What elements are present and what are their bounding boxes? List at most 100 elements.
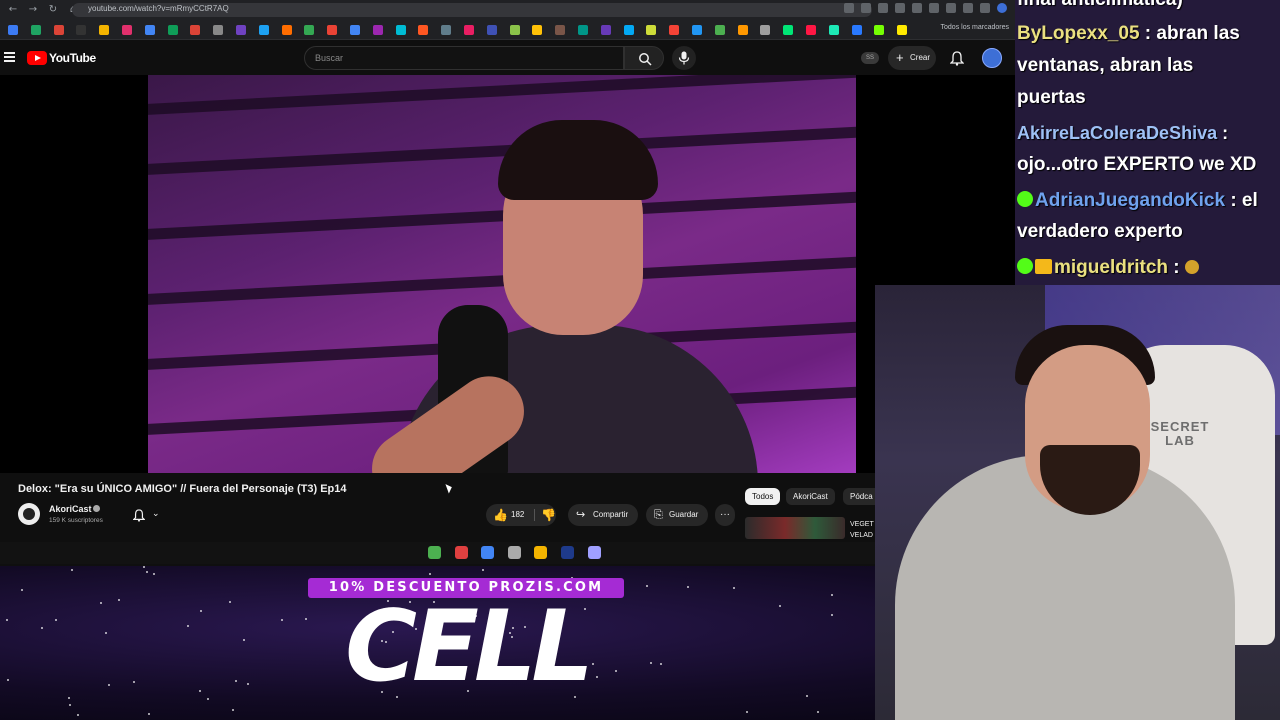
video-player[interactable] [148, 75, 856, 473]
bookmark-favicon-icon[interactable] [76, 25, 87, 35]
back-icon[interactable]: ← [6, 3, 20, 17]
star-decoration [429, 573, 431, 575]
bookmark-favicon-icon[interactable] [122, 25, 132, 35]
bookmark-favicon-icon[interactable] [897, 25, 908, 35]
bookmark-favicon-icon[interactable] [692, 25, 702, 35]
bookmark-favicon-icon[interactable] [669, 25, 680, 35]
search-input[interactable]: Buscar [304, 46, 624, 70]
bookmark-favicon-icon[interactable] [600, 25, 611, 35]
bookmark-favicon-icon[interactable] [304, 25, 315, 35]
voice-search-button[interactable] [672, 46, 696, 70]
taskbar-app-icon[interactable] [454, 546, 468, 559]
taskbar-app-icon[interactable] [561, 546, 574, 559]
more-actions-button[interactable]: ··· [715, 504, 735, 526]
menu-icon[interactable] [4, 52, 15, 62]
bookmark-favicon-icon[interactable] [213, 25, 224, 35]
bookmark-favicon-icon[interactable] [851, 25, 862, 35]
extension-icon[interactable] [929, 3, 939, 13]
bookmark-favicon-icon[interactable] [828, 25, 839, 35]
url-field[interactable]: youtube.com/watch?v=mRmyCCtR7AQ [72, 3, 872, 17]
profile-avatar-icon[interactable] [997, 3, 1007, 13]
taskbar-app-icon[interactable] [587, 546, 601, 559]
taskbar-app-icon[interactable] [428, 546, 441, 559]
dislike-icon[interactable]: 👎 [541, 504, 556, 526]
bookmark-favicon-icon[interactable] [167, 25, 178, 35]
related-video-title[interactable]: VEGET VELAD [850, 519, 874, 541]
bookmark-favicon-icon[interactable] [578, 25, 588, 35]
star-bookmark-icon[interactable] [895, 3, 905, 13]
extensions-puzzle-icon[interactable] [963, 3, 973, 13]
related-video-thumbnail[interactable] [745, 517, 845, 539]
extension-icon[interactable] [946, 3, 956, 13]
bookmark-favicon-icon[interactable] [441, 25, 452, 35]
share-label: Compartir [593, 510, 629, 519]
bookmark-favicon-icon[interactable] [509, 25, 520, 35]
chevron-down-icon[interactable]: ⌄ [152, 509, 160, 519]
youtube-logo-text[interactable]: YouTube [49, 51, 96, 65]
search-placeholder: Buscar [315, 53, 344, 63]
bookmark-favicon-icon[interactable] [532, 25, 543, 35]
bookmark-favicon-icon[interactable] [281, 25, 292, 35]
bookmark-favicon-icon[interactable] [737, 25, 748, 35]
taskbar-app-icon[interactable] [507, 546, 521, 559]
bookmark-favicon-icon[interactable] [760, 25, 771, 35]
bookmark-favicon-icon[interactable] [53, 25, 64, 35]
star-decoration [779, 605, 781, 607]
bookmark-favicon-icon[interactable] [874, 25, 885, 35]
like-count[interactable]: 182 [511, 504, 524, 526]
bookmark-favicon-icon[interactable] [714, 25, 725, 35]
bookmark-favicon-icon[interactable] [464, 25, 474, 35]
bookmark-favicon-icon[interactable] [372, 25, 383, 35]
star-decoration [746, 711, 748, 713]
bookmark-favicon-icon[interactable] [555, 25, 566, 35]
notifications-bell-icon[interactable] [950, 51, 964, 66]
chip-todos[interactable]: Todos [745, 488, 781, 505]
bookmark-favicon-icon[interactable] [99, 25, 110, 35]
search-icon [639, 53, 652, 66]
youtube-logo-icon[interactable] [27, 51, 47, 65]
bookmark-favicon-icon[interactable] [258, 25, 269, 35]
bookmark-favicon-icon[interactable] [236, 25, 246, 35]
subscription-bell-button[interactable] [128, 505, 170, 525]
taskbar-app-icon[interactable] [534, 546, 548, 559]
bookmark-favicon-icon[interactable] [783, 25, 794, 35]
share-page-icon[interactable] [878, 3, 888, 13]
bookmark-favicon-icon[interactable] [395, 25, 406, 35]
forward-icon[interactable]: → [26, 3, 40, 17]
extension-icon[interactable] [912, 3, 922, 13]
account-avatar[interactable] [982, 48, 1002, 68]
bookmark-favicon-icon[interactable] [327, 25, 338, 35]
channel-name[interactable]: AkoriCast [49, 504, 92, 514]
menu-dots-icon[interactable] [980, 3, 990, 13]
chip-akoricast[interactable]: AkoriCast [786, 488, 835, 505]
bookmark-favicon-icon[interactable] [806, 25, 816, 35]
bookmark-favicon-icon[interactable] [623, 25, 634, 35]
subscriber-count: 159 K suscriptores [49, 517, 103, 524]
all-bookmarks-link[interactable]: Todos los marcadores [941, 24, 1009, 31]
bookmark-favicon-icon[interactable] [8, 25, 18, 35]
star-decoration [199, 690, 201, 692]
channel-avatar[interactable] [18, 503, 40, 525]
bookmark-favicon-icon[interactable] [350, 25, 360, 35]
bookmark-favicon-icon[interactable] [418, 25, 429, 35]
cast-icon[interactable] [844, 3, 854, 13]
zoom-icon[interactable] [861, 3, 871, 13]
star-decoration [200, 610, 202, 612]
bookmark-favicon-icon[interactable] [646, 25, 657, 35]
taskbar-app-icon[interactable] [481, 546, 495, 559]
bookmark-favicon-icon[interactable] [486, 25, 497, 35]
save-button[interactable]: ⎘ Guardar [646, 504, 708, 526]
reload-icon[interactable]: ↻ [46, 3, 60, 17]
bookmark-favicon-icon[interactable] [144, 25, 155, 35]
bookmark-favicon-icon[interactable] [190, 25, 201, 35]
star-decoration [71, 569, 73, 571]
chat-username: AdrianJuegandoKick [1035, 190, 1226, 211]
bookmark-favicon-icon[interactable] [30, 25, 41, 35]
ss-badge[interactable]: SS [861, 52, 879, 64]
create-button[interactable]: + Crear [888, 46, 936, 70]
like-icon[interactable]: 👍 [493, 504, 508, 526]
bell-icon [133, 509, 145, 522]
search-button[interactable] [624, 46, 664, 70]
star-decoration [118, 599, 120, 601]
share-button[interactable]: ↪ Compartir [568, 504, 638, 526]
